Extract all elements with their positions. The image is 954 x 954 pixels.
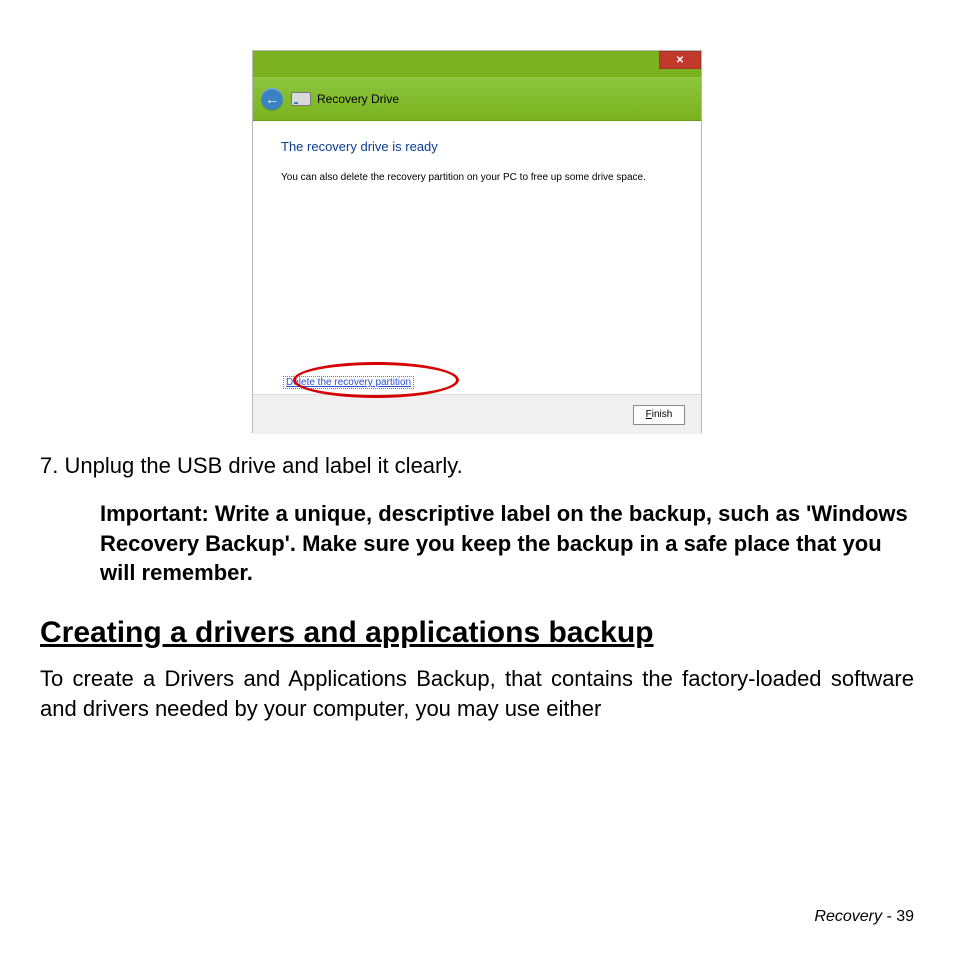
- section-heading: Creating a drivers and applications back…: [40, 616, 914, 650]
- footer-page-number: 39: [896, 908, 914, 925]
- dialog-titlebar: ✕: [253, 51, 701, 77]
- page-footer: Recovery - 39: [814, 908, 914, 926]
- recovery-drive-dialog: ✕ ← Recovery Drive The recovery drive is…: [252, 50, 702, 433]
- drive-icon: [291, 92, 311, 106]
- dialog-subtext: You can also delete the recovery partiti…: [281, 172, 673, 183]
- close-icon: ✕: [676, 55, 684, 66]
- section-body: To create a Drivers and Applications Bac…: [40, 664, 914, 723]
- dialog-heading: The recovery drive is ready: [281, 139, 673, 154]
- footer-label: Recovery -: [814, 908, 896, 925]
- dialog-footer: Finish: [253, 394, 701, 434]
- dialog-title: Recovery Drive: [317, 92, 399, 106]
- step-number: 7.: [40, 453, 58, 478]
- dialog-header: ← Recovery Drive: [253, 77, 701, 121]
- dialog-body: The recovery drive is ready You can also…: [253, 121, 701, 394]
- back-arrow-icon: ←: [265, 91, 279, 107]
- finish-button-rest: inish: [652, 409, 673, 420]
- document-page: ✕ ← Recovery Drive The recovery drive is…: [0, 0, 954, 954]
- close-button[interactable]: ✕: [659, 51, 701, 69]
- step-text: Unplug the USB drive and label it clearl…: [64, 453, 462, 478]
- delete-link-area: Delete the recovery partition: [283, 372, 414, 390]
- back-button[interactable]: ←: [261, 88, 283, 110]
- important-note: Important: Write a unique, descriptive l…: [100, 499, 914, 588]
- delete-recovery-partition-link[interactable]: Delete the recovery partition: [283, 376, 414, 389]
- step-7: 7. Unplug the USB drive and label it cle…: [40, 453, 914, 479]
- finish-button[interactable]: Finish: [633, 405, 685, 425]
